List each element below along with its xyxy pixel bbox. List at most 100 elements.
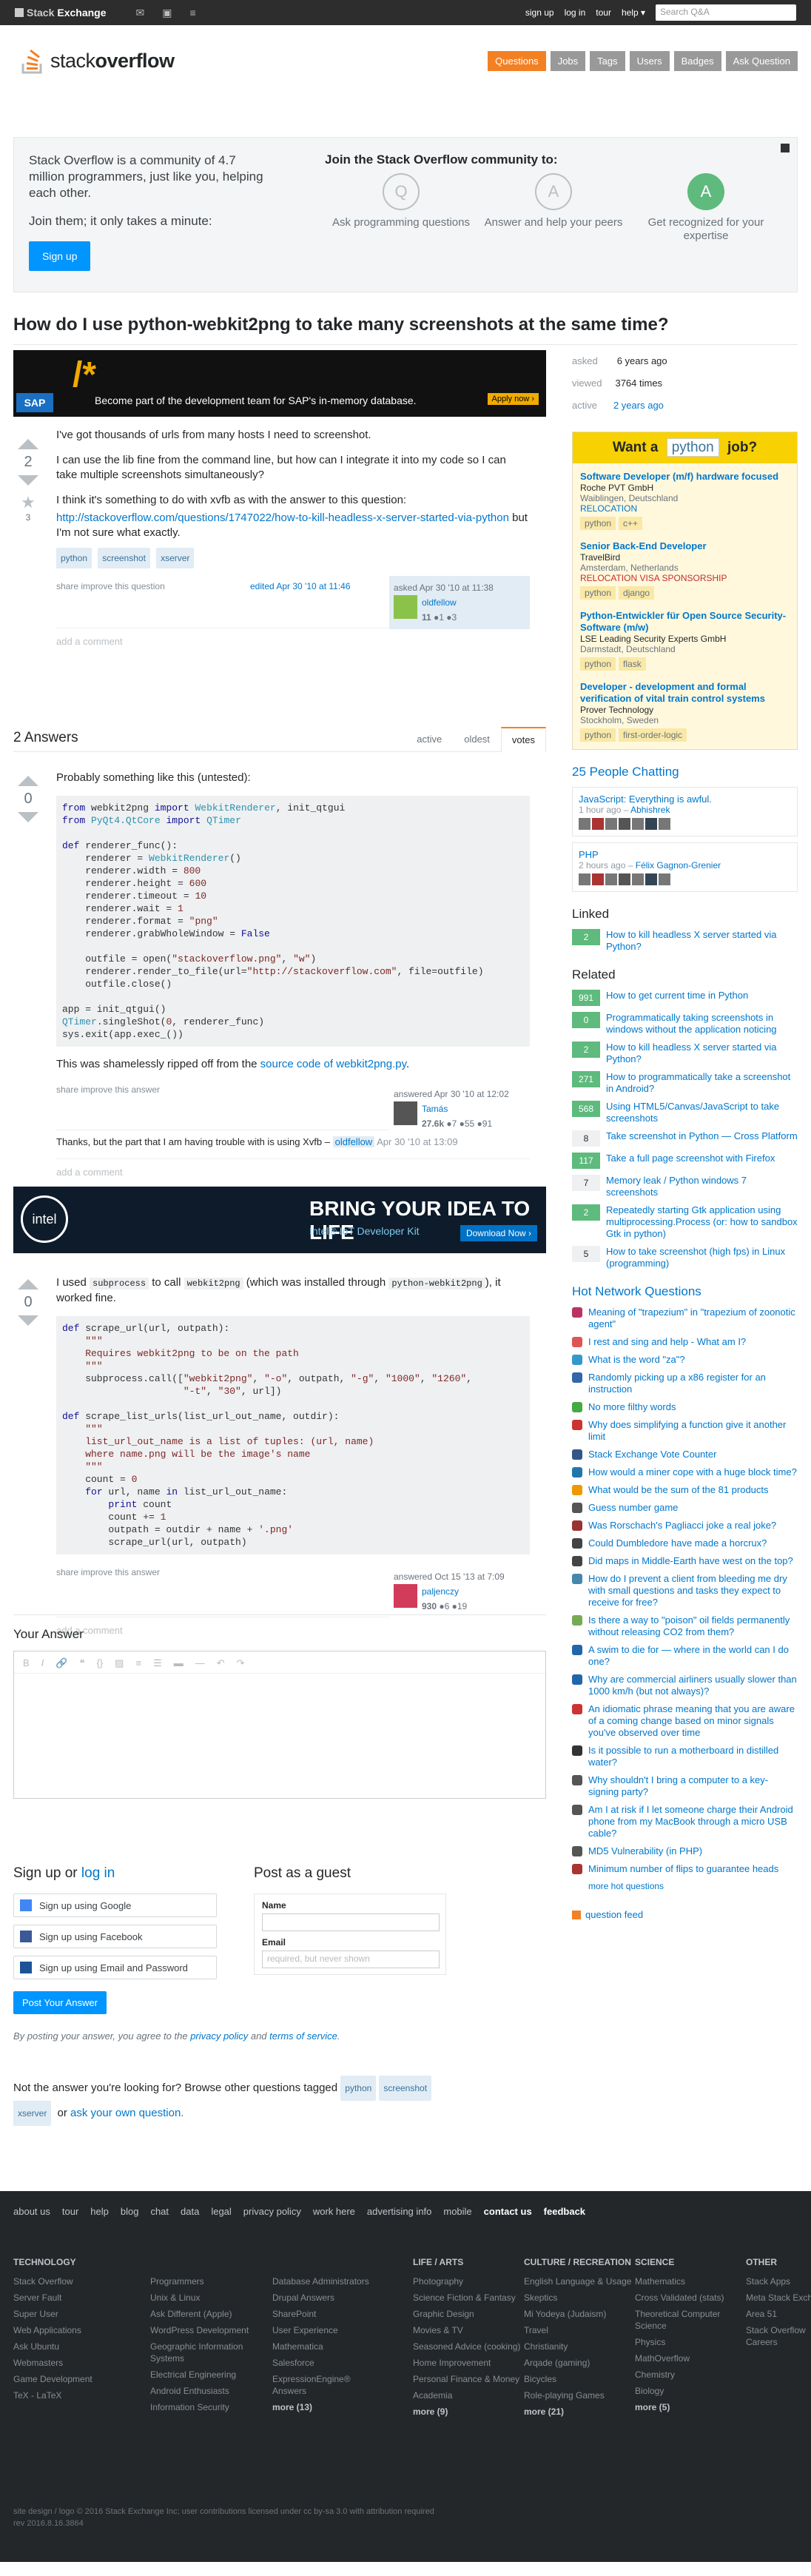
tag-xserver[interactable]: xserver <box>13 2101 52 2126</box>
upvote-icon[interactable] <box>18 1279 38 1289</box>
answer2-actions[interactable]: share improve this answer <box>56 1567 160 1577</box>
footer-site-link[interactable]: SharePoint <box>272 2308 383 2320</box>
privacy-policy-link[interactable]: privacy policy <box>190 2030 248 2042</box>
downvote-icon[interactable] <box>18 812 38 822</box>
footer-site-link[interactable]: TeX - LaTeX <box>13 2389 150 2401</box>
answer1-actions[interactable]: share improve this answer <box>56 1084 160 1095</box>
footer-site-link[interactable]: Super User <box>13 2308 150 2320</box>
sap-ad-banner[interactable]: SAP /* Become part of the development te… <box>13 350 546 417</box>
italic-icon[interactable]: I <box>41 1657 44 1668</box>
heading-icon[interactable]: ▬ <box>174 1657 184 1668</box>
related-item[interactable]: 991 How to get current time in Python <box>572 990 798 1006</box>
signup-email-button[interactable]: Sign up using Email and Password <box>13 1956 217 1979</box>
footer-site-link[interactable]: Meta Stack Exchange <box>746 2292 811 2304</box>
related-item[interactable]: 5 How to take screenshot (high fps) in Li… <box>572 1246 798 1269</box>
footer-site-link[interactable]: Theoretical Computer Science <box>635 2308 746 2332</box>
hot-question-link[interactable]: Guess number game <box>588 1502 678 1514</box>
footer-site-link[interactable]: Academia <box>413 2389 524 2401</box>
footer-site-link[interactable]: Information Security <box>150 2401 272 2413</box>
hot-question-link[interactable]: Is there a way to "poison" oil fields pe… <box>588 1614 798 1638</box>
footer-link[interactable]: privacy policy <box>243 2206 301 2217</box>
hot-question-link[interactable]: What is the word "za"? <box>588 1354 685 1366</box>
footer-site-link[interactable]: Mathematics <box>635 2275 746 2287</box>
avatar[interactable] <box>394 595 417 619</box>
hot-question-link[interactable]: How would a miner cope with a huge block… <box>588 1466 797 1478</box>
avatar[interactable] <box>659 818 670 830</box>
footer-site-link[interactable]: Science Fiction & Fantasy <box>413 2292 524 2304</box>
avatar[interactable] <box>579 873 590 885</box>
footer-site-link[interactable]: Android Enthusiasts <box>150 2385 272 2397</box>
hot-question[interactable]: Meaning of "trapezium" in "trapezium of … <box>572 1307 798 1330</box>
footer-site-link[interactable]: Stack Overflow <box>13 2275 150 2287</box>
hot-question[interactable]: Was Rorschach's Pagliacci joke a real jo… <box>572 1520 798 1532</box>
nav-ask-question[interactable]: Ask Question <box>725 50 798 71</box>
job-title[interactable]: Developer - development and formal verif… <box>580 681 790 705</box>
job-tag[interactable]: flask <box>619 657 646 671</box>
footer-site-link[interactable]: Personal Finance & Money <box>413 2373 524 2385</box>
job-tag[interactable]: django <box>619 586 655 600</box>
sap-apply-button[interactable]: Apply now › <box>487 393 539 405</box>
avatar[interactable] <box>394 1584 417 1608</box>
question-title[interactable]: How do I use python-webkit2png to take m… <box>13 315 798 335</box>
hot-question[interactable]: A swim to die for — where in the world c… <box>572 1644 798 1668</box>
signup-link[interactable]: sign up <box>525 7 554 18</box>
upvote-icon[interactable] <box>18 776 38 786</box>
login-link[interactable]: log in <box>81 1865 115 1881</box>
chat-room-name[interactable]: PHP <box>579 849 791 860</box>
avatar[interactable] <box>605 873 617 885</box>
linked-question-link[interactable]: http://stackoverflow.com/questions/17470… <box>56 511 509 524</box>
hot-question[interactable]: Why shouldn't I bring a computer to a ke… <box>572 1774 798 1798</box>
linked-link[interactable]: How to kill headless X server started vi… <box>606 929 798 953</box>
hot-question[interactable]: No more filthy words <box>572 1401 798 1413</box>
chat-room[interactable]: PHP 2 hours ago – Félix Gagnon-Grenier <box>572 842 798 892</box>
footer-link[interactable]: chat <box>150 2206 169 2217</box>
hot-question[interactable]: How would a miner cope with a huge block… <box>572 1466 798 1478</box>
avatar[interactable] <box>645 873 657 885</box>
avatar[interactable] <box>619 818 630 830</box>
hot-question[interactable]: I rest and sing and help - What am I? <box>572 1336 798 1348</box>
footer-site-link[interactable]: Stack Overflow Careers <box>746 2324 811 2348</box>
footer-site-link[interactable]: English Language & Usage <box>524 2275 635 2287</box>
hot-question-link[interactable]: An idiomatic phrase meaning that you are… <box>588 1703 798 1739</box>
site-switcher-icon[interactable]: ≡ <box>189 7 195 19</box>
footer-site-link[interactable]: Physics <box>635 2336 746 2348</box>
related-link[interactable]: How to take screenshot (high fps) in Lin… <box>606 1246 798 1269</box>
related-link[interactable]: How to kill headless X server started vi… <box>606 1042 798 1065</box>
footer-site-link[interactable]: Server Fault <box>13 2292 150 2304</box>
chat-room-name[interactable]: JavaScript: Everything is awful. <box>579 794 791 805</box>
footer-more-link[interactable]: more (21) <box>524 2406 635 2418</box>
question-actions[interactable]: share improve this question <box>56 581 165 591</box>
footer-more-link[interactable]: more (5) <box>635 2401 746 2413</box>
footer-site-link[interactable]: Bicycles <box>524 2373 635 2385</box>
hot-question[interactable]: MD5 Vulnerability (in PHP) <box>572 1845 798 1857</box>
email-field[interactable]: required, but never shown <box>262 1951 440 1968</box>
footer-link[interactable]: advertising info <box>367 2206 431 2217</box>
footer-site-link[interactable]: Role-playing Games <box>524 2389 635 2401</box>
stat-active[interactable]: 2 years ago <box>613 400 664 411</box>
related-link[interactable]: Programmatically taking screenshots in w… <box>606 1012 798 1036</box>
nav-users[interactable]: Users <box>629 50 670 71</box>
login-link[interactable]: log in <box>565 7 586 18</box>
nav-badges[interactable]: Badges <box>673 50 721 71</box>
related-link[interactable]: Memory leak / Python windows 7 screensho… <box>606 1175 798 1198</box>
footer-site-link[interactable]: Geographic Information Systems <box>150 2341 272 2364</box>
hot-question-link[interactable]: MD5 Vulnerability (in PHP) <box>588 1845 702 1857</box>
hot-question-link[interactable]: A swim to die for — where in the world c… <box>588 1644 798 1668</box>
footer-site-link[interactable]: Cross Validated (stats) <box>635 2292 746 2304</box>
footer-link[interactable]: data <box>181 2206 199 2217</box>
stackexchange-logo[interactable]: Stack Exchange <box>15 7 107 19</box>
footer-site-link[interactable]: Programmers <box>150 2275 272 2287</box>
footer-more-link[interactable]: more (13) <box>272 2401 383 2413</box>
footer-site-link[interactable]: Arqade (gaming) <box>524 2357 635 2369</box>
avatar[interactable] <box>632 873 644 885</box>
job-tag[interactable]: python <box>580 586 616 600</box>
hot-questions-title[interactable]: Hot Network Questions <box>572 1284 798 1299</box>
footer-link[interactable]: legal <box>211 2206 231 2217</box>
footer-link[interactable]: contact us <box>484 2206 532 2217</box>
hot-question-link[interactable]: Randomly picking up a x86 register for a… <box>588 1372 798 1395</box>
related-item[interactable]: 0 Programmatically taking screenshots in … <box>572 1012 798 1036</box>
chat-user[interactable]: Félix Gagnon-Grenier <box>636 860 721 871</box>
footer-site-link[interactable]: Database Administrators <box>272 2275 383 2287</box>
nav-jobs[interactable]: Jobs <box>550 50 586 71</box>
hot-question-link[interactable]: Was Rorschach's Pagliacci joke a real jo… <box>588 1520 776 1532</box>
